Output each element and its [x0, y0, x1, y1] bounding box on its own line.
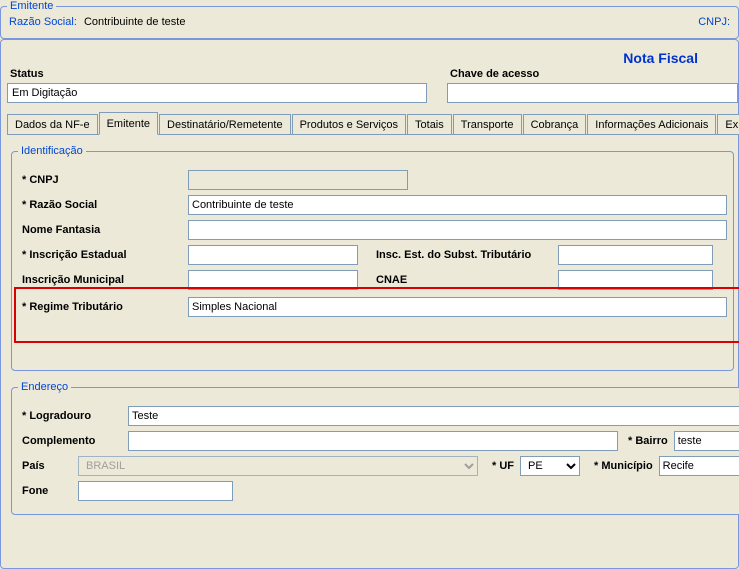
- inscricao-municipal-label: Inscrição Municipal: [18, 274, 188, 286]
- razao-social-header-label: Razão Social:: [9, 16, 77, 28]
- razao-social-label: * Razão Social: [18, 199, 188, 211]
- pais-select[interactable]: BRASIL: [78, 456, 478, 476]
- complemento-label: Complemento: [18, 435, 128, 447]
- emitente-header-fieldset: Emitente Razão Social: Contribuinte de t…: [0, 0, 739, 39]
- cnae-label: CNAE: [358, 274, 558, 286]
- uf-select[interactable]: PE: [520, 456, 580, 476]
- emitente-legend: Emitente: [7, 0, 56, 12]
- tab-totais[interactable]: Totais: [407, 114, 452, 135]
- regime-tributario-label: * Regime Tributário: [18, 301, 188, 313]
- tab-info-adicionais[interactable]: Informações Adicionais: [587, 114, 716, 135]
- tab-transporte[interactable]: Transporte: [453, 114, 522, 135]
- regime-tributario-input[interactable]: [188, 297, 727, 317]
- main-panel: Nota Fiscal Status Chave de acesso Dados…: [0, 39, 739, 569]
- razao-social-input[interactable]: [188, 195, 727, 215]
- fone-label: Fone: [18, 485, 78, 497]
- identificacao-legend: Identificação: [18, 145, 86, 157]
- cnpj-header-label: CNPJ:: [698, 16, 730, 28]
- nome-fantasia-input[interactable]: [188, 220, 727, 240]
- tab-destinatario[interactable]: Destinatário/Remetente: [159, 114, 291, 135]
- razao-social-header-value: Contribuinte de teste: [84, 16, 186, 28]
- endereco-legend: Endereço: [18, 381, 71, 393]
- identificacao-fieldset: Identificação * CNPJ * Razão Social Nome…: [11, 145, 734, 371]
- chave-acesso-input[interactable]: [447, 83, 738, 103]
- logradouro-label: * Logradouro: [18, 410, 128, 422]
- tab-content-emitente: Identificação * CNPJ * Razão Social Nome…: [7, 145, 738, 515]
- pais-label: País: [18, 460, 78, 472]
- logradouro-input[interactable]: [128, 406, 739, 426]
- cnae-input[interactable]: [558, 270, 713, 290]
- inscricao-estadual-input[interactable]: [188, 245, 358, 265]
- insc-subst-trib-label: Insc. Est. do Subst. Tributário: [358, 249, 558, 261]
- fone-input[interactable]: [78, 481, 233, 501]
- nome-fantasia-label: Nome Fantasia: [18, 224, 188, 236]
- bairro-input[interactable]: [674, 431, 739, 451]
- bairro-label: * Bairro: [618, 435, 674, 447]
- status-label: Status: [7, 68, 447, 83]
- nota-fiscal-title: Nota Fiscal: [623, 44, 698, 76]
- municipio-label: * Município: [580, 460, 659, 472]
- inscricao-estadual-label: * Inscrição Estadual: [18, 249, 188, 261]
- tabstrip: Dados da NF-e Emitente Destinatário/Reme…: [7, 111, 739, 135]
- complemento-input[interactable]: [128, 431, 618, 451]
- cnpj-label: * CNPJ: [18, 174, 188, 186]
- tab-emitente[interactable]: Emitente: [99, 112, 158, 135]
- tab-dados-nfe[interactable]: Dados da NF-e: [7, 114, 98, 135]
- tab-produtos[interactable]: Produtos e Serviços: [292, 114, 406, 135]
- insc-subst-trib-input[interactable]: [558, 245, 713, 265]
- status-input[interactable]: [7, 83, 427, 103]
- cnpj-input[interactable]: [188, 170, 408, 190]
- tab-exportacao[interactable]: Exportaç: [717, 114, 739, 135]
- endereco-fieldset: Endereço * Logradouro Complemento * Bair…: [11, 381, 739, 515]
- uf-label: * UF: [478, 460, 520, 472]
- municipio-input[interactable]: [659, 456, 739, 476]
- tab-cobranca[interactable]: Cobrança: [523, 114, 587, 135]
- inscricao-municipal-input[interactable]: [188, 270, 358, 290]
